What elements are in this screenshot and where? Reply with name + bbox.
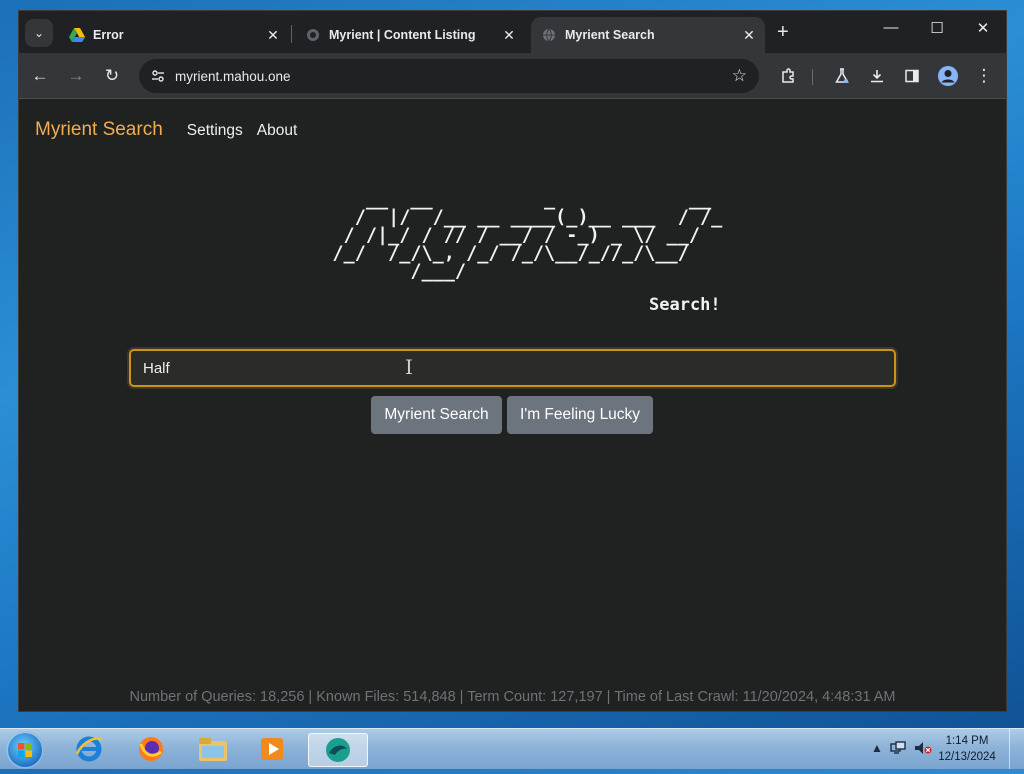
url-text: myrient.mahou.one [175, 68, 291, 84]
myrient-icon [305, 27, 321, 43]
nav-settings-link[interactable]: Settings [187, 122, 243, 140]
address-bar[interactable]: myrient.mahou.one ☆ [139, 59, 759, 93]
myrient-search-button[interactable]: Myrient Search [371, 396, 502, 434]
show-desktop-button[interactable] [1009, 729, 1024, 769]
search-stats: Number of Queries: 18,256 | Known Files:… [129, 689, 896, 705]
clock-date: 12/13/2024 [938, 751, 996, 763]
tab-title: Myrient | Content Listing [329, 28, 476, 42]
site-settings-icon[interactable] [151, 69, 165, 83]
browser-taskbar-icon[interactable] [308, 733, 368, 767]
media-player-icon[interactable] [253, 733, 291, 765]
text-cursor-icon: I [405, 355, 413, 379]
tab-title: Myrient Search [565, 28, 655, 42]
globe-icon [541, 27, 557, 43]
brand-link[interactable]: Myrient Search [35, 119, 163, 141]
network-icon[interactable] [890, 741, 906, 758]
bookmark-star-icon[interactable]: ☆ [732, 66, 747, 86]
firefox-icon[interactable] [132, 733, 170, 765]
back-arrow-icon[interactable]: ← [27, 63, 53, 89]
maximize-button[interactable]: ☐ [917, 19, 957, 37]
tab-error[interactable]: Error ✕ [59, 17, 289, 53]
search-input[interactable] [129, 349, 896, 387]
more-menu-icon[interactable]: ⋮ [971, 63, 997, 89]
minimize-button[interactable]: — [871, 19, 911, 36]
show-hidden-icons-icon[interactable]: ▲ [871, 741, 883, 755]
site-navbar: Myrient Search Settings About [35, 119, 311, 141]
clock-time: 1:14 PM [945, 735, 989, 747]
close-tab-icon[interactable]: ✕ [499, 27, 519, 44]
close-tab-icon[interactable]: ✕ [263, 27, 283, 44]
tab-title: Error [93, 28, 124, 42]
browser-window: ⌄ Error ✕ Myrient | Content Listing ✕ My… [18, 10, 1007, 712]
start-button[interactable] [6, 731, 44, 769]
tab-search-button[interactable]: ⌄ [25, 19, 53, 47]
close-tab-icon[interactable]: ✕ [739, 27, 759, 44]
page-content: Myrient Search Settings About __ __ _ __… [19, 99, 1006, 711]
feeling-lucky-button[interactable]: I'm Feeling Lucky [507, 396, 653, 434]
new-tab-button[interactable]: + [777, 22, 789, 42]
profile-avatar-icon[interactable] [935, 63, 961, 89]
browser-toolbar: ← → ↻ myrient.mahou.one ☆ ⋮ [19, 53, 1006, 99]
forward-arrow-icon[interactable]: → [63, 63, 89, 89]
file-explorer-icon[interactable] [194, 733, 232, 765]
system-clock[interactable]: 1:14 PM 12/13/2024 [932, 733, 1002, 765]
internet-explorer-icon[interactable] [70, 733, 108, 765]
labs-flask-icon[interactable] [829, 63, 855, 89]
ascii-logo-subtitle: Search! [649, 295, 721, 315]
taskbar: ▲ 1:14 PM 12/13/2024 [0, 728, 1024, 769]
tab-content-listing[interactable]: Myrient | Content Listing ✕ [295, 17, 525, 53]
ascii-logo: __ __ _ __ / |/ /__ __ ____(_)__ ___ / /… [332, 189, 723, 282]
extensions-icon[interactable] [775, 63, 801, 89]
close-window-button[interactable]: ✕ [963, 19, 1003, 37]
chevron-down-icon: ⌄ [33, 26, 45, 40]
side-panel-icon[interactable] [899, 63, 925, 89]
volume-muted-icon[interactable] [914, 741, 932, 758]
download-icon[interactable] [864, 63, 890, 89]
google-drive-icon [69, 27, 85, 43]
reload-icon[interactable]: ↻ [99, 63, 125, 89]
nav-about-link[interactable]: About [257, 122, 298, 140]
windows-logo-icon [18, 743, 32, 757]
tab-myrient-search[interactable]: Myrient Search ✕ [531, 17, 765, 53]
tab-bar: ⌄ Error ✕ Myrient | Content Listing ✕ My… [19, 11, 1006, 53]
tab-separator [291, 25, 292, 43]
toolbar-separator [812, 69, 813, 85]
